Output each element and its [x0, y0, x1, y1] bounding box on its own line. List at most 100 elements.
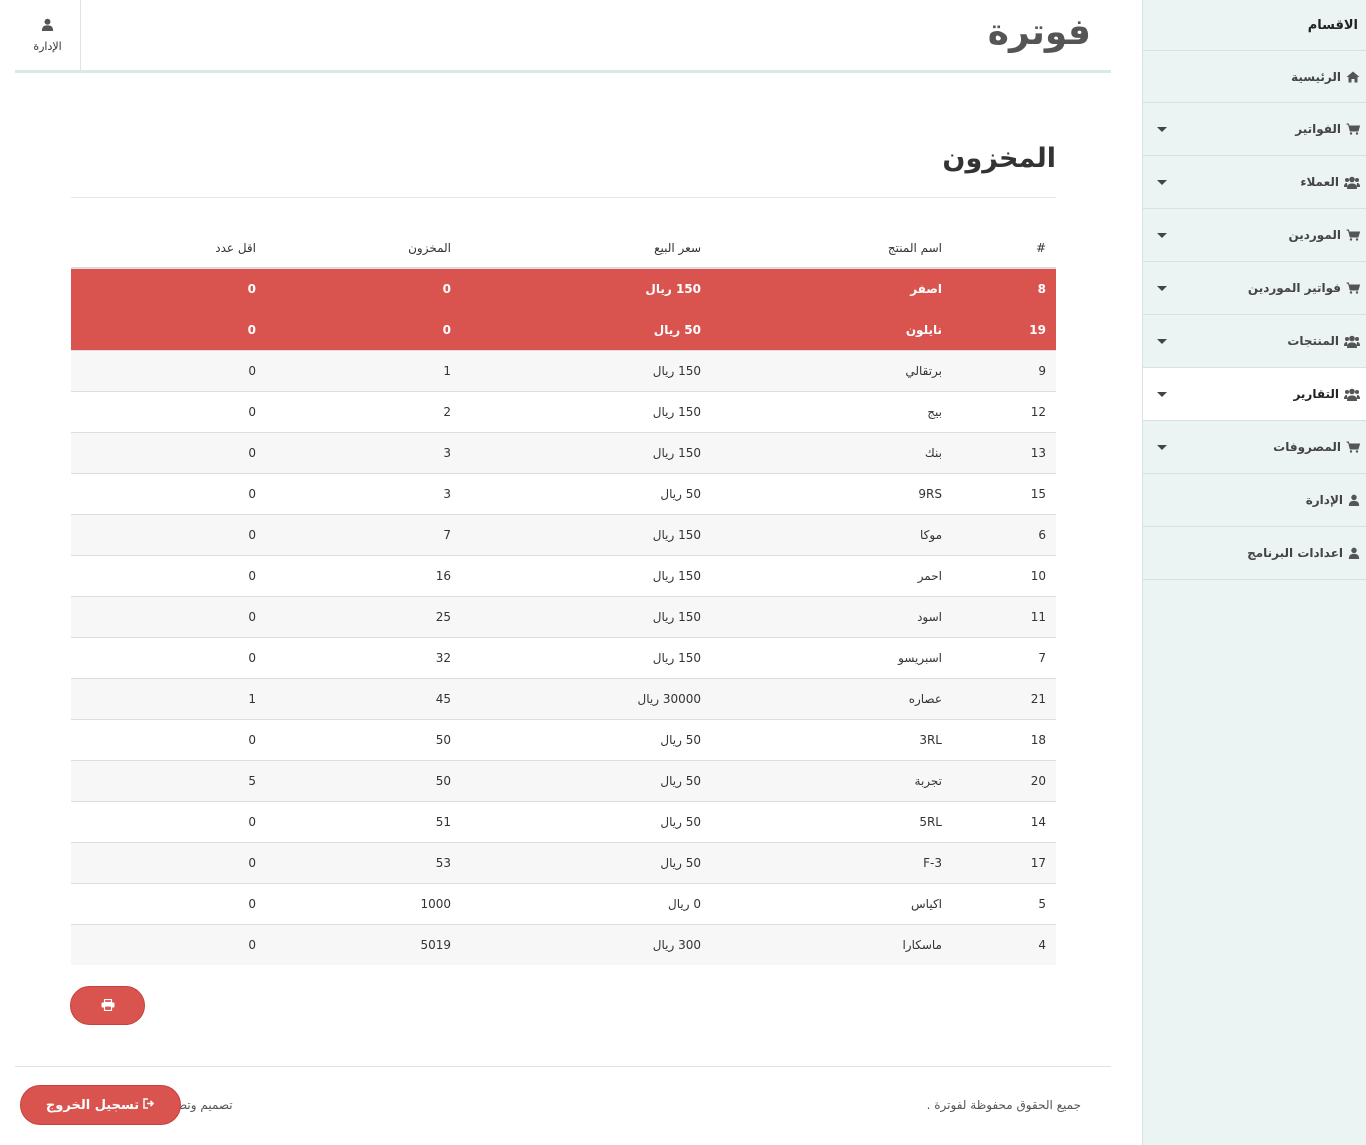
top-bar: فوترة الإدارة — [15, 0, 1111, 73]
logout-button[interactable]: تسجيل الخروج — [20, 1085, 181, 1125]
cell-stock: 51 — [256, 800, 451, 842]
sidebar-item-8[interactable]: الإدارة — [1143, 474, 1366, 527]
cell-product-name: تجربة — [701, 759, 942, 801]
sidebar-item-label: اعدادات البرنامج — [1247, 546, 1343, 560]
cell-stock: 45 — [256, 677, 451, 719]
sign-out-icon — [143, 1097, 155, 1113]
col-header-sale-price[interactable]: سعر البيع — [451, 228, 701, 269]
cell-product-name: برتقالي — [701, 349, 942, 391]
table-row: 4 ماسكارا 300 ريال 5019 0 — [71, 923, 1056, 965]
cell-sale-price: 150 ريال — [451, 390, 701, 432]
cell-min-qty: 0 — [71, 923, 256, 965]
sidebar-item-9[interactable]: اعدادات البرنامج — [1143, 527, 1366, 580]
sidebar-item-content: المنتجات — [1287, 334, 1360, 348]
user-icon — [1348, 547, 1360, 559]
cell-min-qty: 0 — [71, 390, 256, 432]
cell-min-qty: 0 — [71, 636, 256, 678]
sidebar-item-content: التقارير — [1293, 387, 1360, 401]
inventory-table: # اسم المنتج سعر البيع المخزون اقل عدد 8… — [71, 228, 1056, 965]
brand-logo[interactable]: فوترة — [988, 12, 1091, 53]
cell-sale-price: 0 ريال — [451, 882, 701, 924]
user-icon — [1348, 494, 1360, 506]
cell-stock: 7 — [256, 513, 451, 555]
cell-product-name: موكا — [701, 513, 942, 555]
cell-stock: 1 — [256, 349, 451, 391]
cell-id: 17 — [942, 841, 1056, 883]
cell-stock: 0 — [256, 267, 451, 309]
table-row: 13 بنك 150 ريال 3 0 — [71, 431, 1056, 473]
caret-down-icon — [1157, 232, 1167, 238]
col-header-stock[interactable]: المخزون — [256, 228, 451, 269]
sidebar-item-content: الإدارة — [1306, 493, 1360, 507]
cell-id: 9 — [942, 349, 1056, 391]
sidebar-item-content: العملاء — [1300, 175, 1360, 189]
cell-sale-price: 150 ريال — [451, 554, 701, 596]
home-icon — [1346, 71, 1360, 83]
table-row: 9 برتقالي 150 ريال 1 0 — [71, 349, 1056, 391]
cell-product-name: اسود — [701, 595, 942, 637]
title-divider — [71, 197, 1056, 198]
cell-sale-price: 150 ريال — [451, 636, 701, 678]
sidebar-item-label: الموردين — [1288, 228, 1341, 242]
sidebar-item-5[interactable]: المنتجات — [1143, 315, 1366, 368]
cell-product-name: نايلون — [701, 308, 942, 350]
cell-product-name: عصاره — [701, 677, 942, 719]
cell-stock: 2 — [256, 390, 451, 432]
cell-id: 21 — [942, 677, 1056, 719]
sidebar-item-content: فواتير الموردين — [1248, 281, 1360, 295]
users-icon — [1344, 335, 1360, 348]
sidebar-item-4[interactable]: فواتير الموردين — [1143, 262, 1366, 315]
cell-sale-price: 150 ريال — [451, 349, 701, 391]
cell-id: 12 — [942, 390, 1056, 432]
cell-min-qty: 0 — [71, 882, 256, 924]
cell-stock: 3 — [256, 431, 451, 473]
sidebar-item-1[interactable]: الفواتير — [1143, 103, 1366, 156]
cell-product-name: 9RS — [701, 472, 942, 514]
cell-stock: 53 — [256, 841, 451, 883]
cart-icon — [1346, 229, 1360, 241]
cell-id: 13 — [942, 431, 1056, 473]
sidebar-item-6[interactable]: التقارير — [1143, 368, 1366, 421]
col-header-product-name[interactable]: اسم المنتج — [701, 228, 942, 269]
cell-product-name: احمر — [701, 554, 942, 596]
table-row: 15 9RS 50 ريال 3 0 — [71, 472, 1056, 514]
sidebar-item-7[interactable]: المصروفات — [1143, 421, 1366, 474]
sidebar-nav: الرئيسية الفواتير العملاء الموردين فواتير ال… — [1143, 50, 1366, 580]
col-header-id[interactable]: # — [942, 228, 1056, 269]
cell-min-qty: 0 — [71, 718, 256, 760]
cell-min-qty: 0 — [71, 513, 256, 555]
cell-id: 19 — [942, 308, 1056, 350]
admin-menu[interactable]: الإدارة — [15, 0, 81, 70]
cell-product-name: 3RL — [701, 718, 942, 760]
cell-stock: 1000 — [256, 882, 451, 924]
table-row: 7 اسبريسو 150 ريال 32 0 — [71, 636, 1056, 678]
cell-product-name: بيج — [701, 390, 942, 432]
sidebar-item-content: الرئيسية — [1291, 70, 1360, 84]
cell-min-qty: 0 — [71, 800, 256, 842]
sidebar-item-label: الرئيسية — [1291, 69, 1341, 84]
cell-id: 6 — [942, 513, 1056, 555]
sidebar-title: الاقسام — [1307, 17, 1358, 33]
sidebar-item-label: المنتجات — [1287, 334, 1339, 348]
table-row: 10 احمر 150 ريال 16 0 — [71, 554, 1056, 596]
cell-sale-price: 150 ريال — [451, 431, 701, 473]
cell-product-name: اكياس — [701, 882, 942, 924]
table-row: 8 اصفر 150 ريال 0 0 — [71, 267, 1056, 309]
table-row: 11 اسود 150 ريال 25 0 — [71, 595, 1056, 637]
sidebar-item-content: اعدادات البرنامج — [1247, 546, 1360, 560]
print-icon — [101, 996, 115, 1015]
print-button[interactable] — [70, 986, 145, 1025]
cell-product-name: 5RL — [701, 800, 942, 842]
col-header-min-qty[interactable]: اقل عدد — [71, 228, 256, 269]
cell-min-qty: 0 — [71, 554, 256, 596]
sidebar-item-3[interactable]: الموردين — [1143, 209, 1366, 262]
user-icon — [41, 18, 54, 34]
table-row: 19 نايلون 50 ريال 0 0 — [71, 308, 1056, 350]
admin-label: الإدارة — [33, 39, 62, 53]
sidebar-item-2[interactable]: العملاء — [1143, 156, 1366, 209]
table-row: 18 3RL 50 ريال 50 0 — [71, 718, 1056, 760]
sidebar-item-label: المصروفات — [1273, 440, 1341, 454]
sidebar-item-0[interactable]: الرئيسية — [1143, 50, 1366, 103]
cell-min-qty: 0 — [71, 472, 256, 514]
cell-stock: 5019 — [256, 923, 451, 965]
